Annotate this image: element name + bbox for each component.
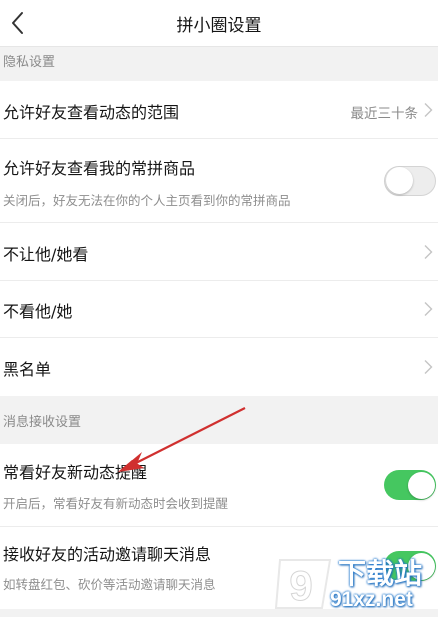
setting-label: 常看好友新动态提醒 [3,463,148,482]
setting-row-hide-from[interactable]: 不让他/她看 [0,223,438,281]
page-title: 拼小圈设置 [176,16,262,36]
setting-label: 不看他/她 [3,302,73,321]
setting-value: 最近三十条 [350,106,419,122]
toggle-knob [407,471,435,499]
friend-activity-reminder-toggle[interactable] [384,470,436,500]
setting-description: 如转盘红包、砍价等活动邀请聊天消息 [3,577,216,592]
setting-description: 关闭后，好友无法在你的个人主页看到你的常拼商品 [3,193,291,208]
watermark-logo: 9 下载站 91xz.net [270,552,438,617]
frequent-goods-toggle[interactable] [384,166,436,196]
setting-row-visibility-range[interactable]: 允许好友查看动态的范围 最近三十条 [0,81,438,139]
setting-label: 允许好友查看我的常拼商品 [3,159,196,178]
navigation-bar: 拼小圈设置 [0,0,438,47]
setting-label: 接收好友的活动邀请聊天消息 [3,545,212,564]
section-header-label: 消息接收设置 [3,415,82,430]
section-header-messages: 消息接收设置 [0,396,438,444]
setting-description: 开启后，常看好友有新动态时会收到提醒 [3,496,229,511]
chevron-right-icon [424,103,433,117]
setting-row-frequent-goods: 允许好友查看我的常拼商品 关闭后，好友无法在你的个人主页看到你的常拼商品 [0,139,438,223]
chevron-right-icon [424,245,433,259]
watermark-text-bottom: 91xz.net [330,588,413,611]
chevron-right-icon [424,302,433,316]
setting-label: 黑名单 [3,360,52,379]
section-header-privacy: 隐私设置 [0,47,438,81]
setting-label: 不让他/她看 [3,245,89,264]
setting-row-mute-friend[interactable]: 不看他/她 [0,281,438,338]
setting-row-friend-activity-reminder: 常看好友新动态提醒 开启后，常看好友有新动态时会收到提醒 [0,444,438,527]
setting-label: 允许好友查看动态的范围 [3,103,180,122]
watermark-text-top: 下载站 [338,558,423,589]
chevron-right-icon [424,360,433,374]
setting-row-blacklist[interactable]: 黑名单 [0,338,438,396]
toggle-knob [386,167,413,194]
section-header-label: 隐私设置 [3,55,56,70]
watermark-logo-glyph: 9 [289,562,312,609]
